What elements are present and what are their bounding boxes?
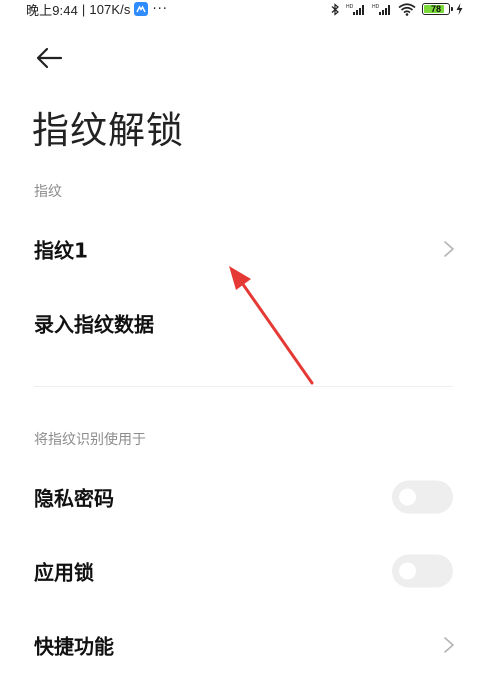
chevron-right-icon — [444, 241, 454, 257]
bluetooth-icon — [331, 2, 339, 16]
toggle-knob — [399, 488, 416, 506]
section-label-fingerprint: 指纹 — [34, 184, 62, 200]
status-separator: | — [81, 1, 86, 17]
arrow-left-icon — [36, 47, 63, 69]
privacy-password-toggle[interactable] — [392, 480, 453, 514]
back-button[interactable] — [34, 43, 64, 73]
toggle-knob — [399, 562, 416, 580]
quick-function-label: 快捷功能 — [34, 634, 114, 659]
battery-percent: 78 — [430, 4, 441, 14]
privacy-password-item[interactable]: 隐私密码 — [0, 469, 477, 525]
enroll-fingerprint-item[interactable]: 录入指纹数据 — [0, 295, 477, 351]
network-speed: 107K/s — [89, 1, 131, 17]
status-left: 晚上9:44 | 107K/s ··· — [26, 0, 168, 18]
fingerprint-1-label: 指纹1 — [34, 238, 88, 263]
status-bar: 晚上9:44 | 107K/s ··· HD HD 78 — [0, 0, 477, 18]
svg-text:HD: HD — [346, 4, 354, 10]
more-notifications-icon: ··· — [152, 1, 168, 17]
status-time: 晚上9:44 — [26, 2, 78, 18]
signal-icon: HD — [372, 4, 390, 15]
battery-icon: 78 — [422, 3, 453, 15]
page-title: 指纹解锁 — [32, 109, 184, 152]
privacy-password-label: 隐私密码 — [34, 486, 114, 511]
status-right: HD HD 78 — [331, 0, 463, 18]
quick-function-item[interactable]: 快捷功能 — [0, 617, 477, 673]
signal-icon: HD — [346, 4, 364, 15]
section-label-usage: 将指纹识别使用于 — [34, 432, 146, 448]
enroll-fingerprint-label: 录入指纹数据 — [34, 312, 154, 337]
app-lock-label: 应用锁 — [34, 560, 94, 585]
section-divider — [34, 386, 453, 387]
app-notification-icon — [134, 2, 149, 16]
svg-text:HD: HD — [372, 4, 380, 10]
app-lock-item[interactable]: 应用锁 — [0, 543, 477, 599]
lightning-icon — [456, 3, 463, 15]
app-lock-toggle[interactable] — [392, 554, 453, 588]
wifi-icon — [398, 2, 416, 16]
fingerprint-1-item[interactable]: 指纹1 — [0, 221, 477, 277]
